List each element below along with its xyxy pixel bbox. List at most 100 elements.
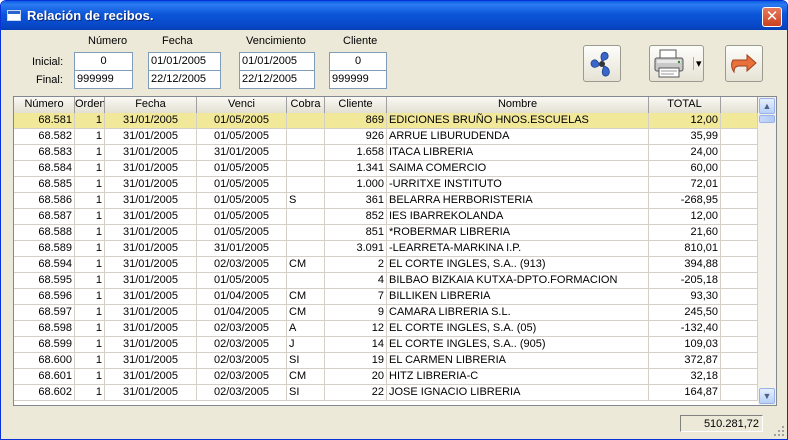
window-title: Relación de recibos. (27, 8, 154, 23)
cell-fecha: 31/01/2005 (105, 161, 197, 176)
cell-numero: 68.584 (14, 161, 75, 176)
table-row[interactable]: 68.581 1 31/01/2005 01/05/2005 869 EDICIONES … (14, 113, 758, 129)
table-row[interactable]: 68.597 1 31/01/2005 01/04/2005 CM 9 CAMARA LIB… (14, 305, 758, 321)
table-row[interactable]: 68.600 1 31/01/2005 02/03/2005 SI 19 EL CARMEN… (14, 353, 758, 369)
col-header-total[interactable]: TOTAL (649, 97, 721, 113)
table-row[interactable]: 68.595 1 31/01/2005 01/05/2005 4 BILBAO BIZKA… (14, 273, 758, 289)
close-button[interactable]: ✕ (762, 7, 782, 27)
title-bar[interactable]: Relación de recibos. ✕ (1, 1, 787, 30)
cell-numero: 68.594 (14, 257, 75, 272)
fecha-inicial-input[interactable]: 01/01/2005 (148, 52, 221, 71)
cell-filler (721, 289, 758, 304)
col-header-orden[interactable]: Orden (75, 97, 105, 113)
cell-numero: 68.582 (14, 129, 75, 144)
cell-total: -132,40 (649, 321, 721, 336)
table-row[interactable]: 68.583 1 31/01/2005 31/01/2005 1.658 ITACA LI… (14, 145, 758, 161)
cell-filler (721, 321, 758, 336)
cell-venci: 02/03/2005 (197, 337, 287, 352)
fecha-final-input[interactable]: 22/12/2005 (148, 70, 221, 89)
cell-venci: 01/05/2005 (197, 129, 287, 144)
exit-button[interactable] (725, 45, 763, 82)
col-header-nombre[interactable]: Nombre (387, 97, 649, 113)
vencimiento-final-input[interactable]: 22/12/2005 (239, 70, 315, 89)
scroll-down-button[interactable]: ▼ (759, 388, 775, 404)
cell-total: 24,00 (649, 145, 721, 160)
cell-cobra (287, 113, 325, 128)
col-header-cliente[interactable]: Cliente (325, 97, 387, 113)
cell-orden: 1 (75, 385, 105, 400)
numero-final-input[interactable]: 999999 (74, 70, 133, 89)
resize-grip-icon[interactable] (773, 425, 785, 437)
cell-numero: 68.602 (14, 385, 75, 400)
cell-venci: 01/05/2005 (197, 193, 287, 208)
cell-cliente: 14 (325, 337, 387, 352)
col-header-filler (721, 97, 758, 113)
exit-arrow-icon (731, 53, 757, 74)
cell-nombre: -LEARRETA-MARKINA I.P. (387, 241, 649, 256)
col-header-venci[interactable]: Venci (197, 97, 287, 113)
cell-nombre: SAIMA COMERCIO (387, 161, 649, 176)
recibos-grid[interactable]: Número Orden Fecha Venci Cobra Cliente N… (13, 96, 777, 406)
table-row[interactable]: 68.601 1 31/01/2005 02/03/2005 CM 20 HITZ LIBR… (14, 369, 758, 385)
cell-cobra (287, 225, 325, 240)
cell-fecha: 31/01/2005 (105, 337, 197, 352)
cell-filler (721, 337, 758, 352)
print-button[interactable]: ▾ (649, 45, 704, 82)
cell-venci: 01/05/2005 (197, 209, 287, 224)
cell-nombre: IES IBARREKOLANDA (387, 209, 649, 224)
cell-venci: 01/05/2005 (197, 177, 287, 192)
table-row[interactable]: 68.596 1 31/01/2005 01/04/2005 CM 7 BILLIKEN L… (14, 289, 758, 305)
table-row[interactable]: 68.586 1 31/01/2005 01/05/2005 S 361 BELARRA H… (14, 193, 758, 209)
cell-cobra (287, 145, 325, 160)
table-row[interactable]: 68.594 1 31/01/2005 02/03/2005 CM 2 EL CORTE I… (14, 257, 758, 273)
col-header-cobra[interactable]: Cobra (287, 97, 325, 113)
cell-orden: 1 (75, 337, 105, 352)
vencimiento-inicial-input[interactable]: 01/01/2005 (239, 52, 315, 71)
cell-orden: 1 (75, 241, 105, 256)
cell-filler (721, 161, 758, 176)
cell-fecha: 31/01/2005 (105, 385, 197, 400)
table-row[interactable]: 68.598 1 31/01/2005 02/03/2005 A 12 EL CORTE I… (14, 321, 758, 337)
cell-nombre: *ROBERMAR LIBRERIA (387, 225, 649, 240)
table-row[interactable]: 68.582 1 31/01/2005 01/05/2005 926 ARRUE LIBU… (14, 129, 758, 145)
print-dropdown-arrow-icon[interactable]: ▾ (693, 57, 702, 70)
cell-cobra (287, 241, 325, 256)
cell-nombre: ITACA LIBRERIA (387, 145, 649, 160)
numero-inicial-input[interactable]: 0 (74, 52, 133, 71)
cell-venci: 01/04/2005 (197, 305, 287, 320)
cliente-inicial-input[interactable]: 0 (329, 52, 387, 71)
scroll-up-button[interactable]: ▲ (759, 98, 775, 114)
cell-cobra (287, 273, 325, 288)
col-header-fecha[interactable]: Fecha (105, 97, 197, 113)
cell-nombre: EL CORTE INGLES, S.A.. (913) (387, 257, 649, 272)
table-row[interactable]: 68.587 1 31/01/2005 01/05/2005 852 IES IBARRE… (14, 209, 758, 225)
table-row[interactable]: 68.584 1 31/01/2005 01/05/2005 1.341 SAIMA CO… (14, 161, 758, 177)
col-header-numero[interactable]: Número (14, 97, 75, 113)
header-numero: Número (88, 35, 128, 47)
table-row[interactable]: 68.589 1 31/01/2005 31/01/2005 3.091 -LEARRET… (14, 241, 758, 257)
label-inicial: Inicial: (32, 56, 64, 68)
cell-fecha: 31/01/2005 (105, 129, 197, 144)
table-row[interactable]: 68.585 1 31/01/2005 01/05/2005 1.000 -URRITXE… (14, 177, 758, 193)
scroll-thumb[interactable] (759, 115, 775, 123)
vertical-scrollbar[interactable]: ▲ ▼ (758, 97, 776, 405)
filter-button[interactable] (583, 45, 621, 82)
cell-cobra: SI (287, 353, 325, 368)
cell-numero: 68.583 (14, 145, 75, 160)
cell-venci: 02/03/2005 (197, 257, 287, 272)
cliente-final-input[interactable]: 999999 (329, 70, 387, 89)
cell-total: 245,50 (649, 305, 721, 320)
cell-filler (721, 385, 758, 400)
cell-cliente: 2 (325, 257, 387, 272)
cell-venci: 01/04/2005 (197, 289, 287, 304)
printer-icon (654, 49, 684, 78)
table-row[interactable]: 68.599 1 31/01/2005 02/03/2005 J 14 EL CORTE I… (14, 337, 758, 353)
table-row[interactable]: 68.602 1 31/01/2005 02/03/2005 SI 22 JOSE IGNA… (14, 385, 758, 401)
cell-venci: 02/03/2005 (197, 321, 287, 336)
cell-filler (721, 113, 758, 128)
cell-cliente: 851 (325, 225, 387, 240)
cell-cobra (287, 177, 325, 192)
table-row[interactable]: 68.588 1 31/01/2005 01/05/2005 851 *ROBERMAR … (14, 225, 758, 241)
cell-venci: 01/05/2005 (197, 161, 287, 176)
cell-total: 164,87 (649, 385, 721, 400)
